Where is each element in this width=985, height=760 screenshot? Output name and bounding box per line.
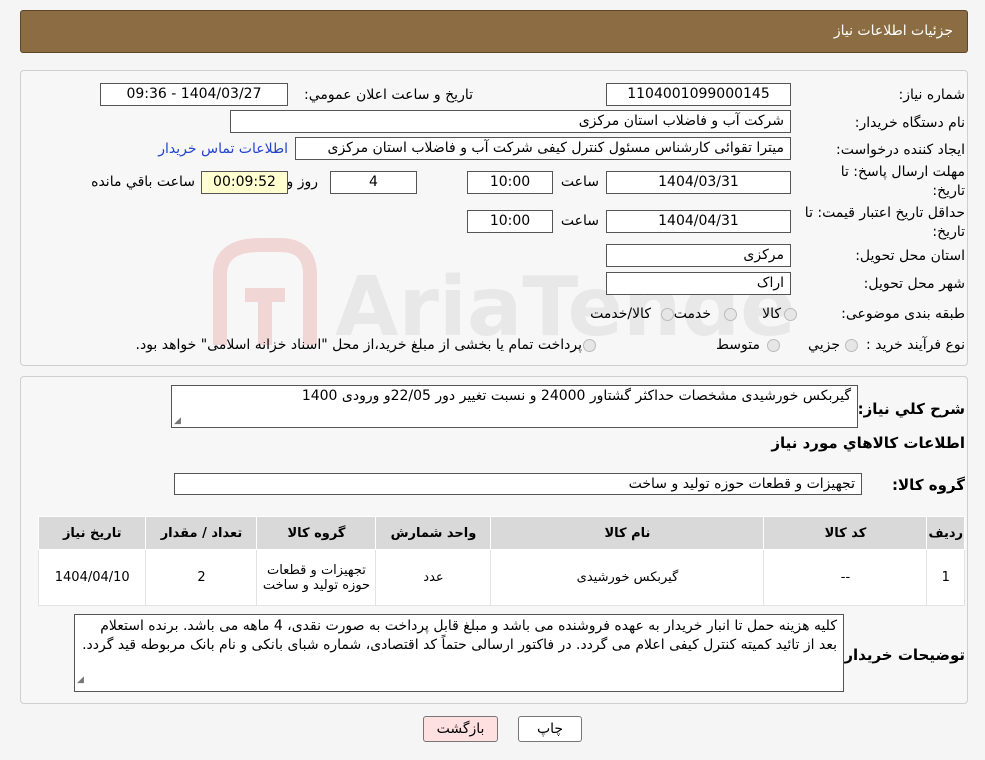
process-option-medium-radio[interactable]: [767, 339, 780, 352]
cell-row: 1: [926, 549, 965, 606]
category-label: طبقه بندی موضوعی:: [841, 306, 965, 322]
city-label: شهر محل تحویل:: [863, 276, 965, 292]
description-label: شرح کلي نیاز:: [857, 400, 965, 418]
deadline-label-1: مهلت ارسال پاسخ: تا: [840, 164, 965, 180]
category-option-service-radio[interactable]: [724, 308, 737, 321]
contact-buyer-link[interactable]: اطلاعات تماس خریدار: [158, 141, 288, 157]
validity-label-2: تاریخ:: [932, 224, 965, 240]
goods-table: ردیف کد کالا نام کالا واحد شمارش گروه کا…: [37, 516, 965, 606]
description-field: گیربکس خورشیدی مشخصات حداکثر گشتاور 2400…: [171, 385, 858, 428]
deadline-label-2: تاریخ:: [932, 183, 965, 199]
process-option-small-radio[interactable]: [845, 339, 858, 352]
deadline-time-field: 10:00: [467, 171, 553, 194]
deadline-date-field: 1404/03/31: [606, 171, 791, 194]
creator-field: میترا تقوائی کارشناس مسئول کنترل کیفی شر…: [295, 137, 791, 160]
category-option-both-label: کالا/خدمت: [590, 306, 651, 322]
cell-name: گیربکس خورشیدی: [490, 549, 765, 606]
need-number-label: شماره نیاز:: [898, 87, 966, 103]
process-option-treasury-radio[interactable]: [583, 339, 596, 352]
cell-date: 1404/04/10: [37, 549, 147, 606]
cell-group: تجهیزات و قطعات حوزه تولید و ساخت: [256, 549, 377, 606]
buyer-org-field: شرکت آب و فاضلاب استان مرکزی: [230, 110, 791, 133]
remaining-time-field: 00:09:52: [201, 171, 288, 194]
announce-field: 1404/03/27 - 09:36: [100, 83, 288, 106]
description-text: گیربکس خورشیدی مشخصات حداکثر گشتاور 2400…: [301, 388, 851, 404]
cell-qty: 2: [145, 549, 258, 606]
col-code: کد کالا: [763, 516, 928, 550]
col-row: ردیف: [926, 516, 965, 550]
validity-label-1: حداقل تاریخ اعتبار قیمت: تا: [804, 205, 965, 221]
category-option-service-label: خدمت: [673, 306, 711, 322]
process-option-medium-label: متوسط: [716, 337, 760, 353]
city-field: اراک: [606, 272, 791, 295]
creator-label: ایجاد کننده درخواست:: [836, 142, 965, 158]
days-field: 4: [330, 171, 417, 194]
days-label: روز و: [286, 174, 319, 190]
resize-grip-icon: ◢: [174, 416, 181, 426]
process-label: نوع فرآیند خرید :: [866, 337, 965, 353]
col-unit: واحد شمارش: [375, 516, 492, 550]
goods-group-label: گروه کالا:: [892, 476, 965, 494]
validity-time-label: ساعت: [560, 213, 599, 229]
cell-unit: عدد: [375, 549, 492, 606]
province-field: مرکزی: [606, 244, 791, 267]
buyer-org-label: نام دستگاه خریدار:: [854, 115, 965, 131]
deadline-time-label: ساعت: [560, 174, 599, 190]
page-title: جزئیات اطلاعات نیاز: [833, 23, 953, 39]
goods-group-field: تجهیزات و قطعات حوزه تولید و ساخت: [174, 473, 862, 495]
col-group: گروه کالا: [256, 516, 377, 550]
cell-code: --: [763, 549, 928, 606]
need-number-field: 1104001099000145: [606, 83, 791, 106]
category-option-goods-label: کالا: [762, 306, 781, 322]
category-option-goods-radio[interactable]: [784, 308, 797, 321]
buyer-notes-label: توضیحات خریدار:: [838, 646, 965, 664]
process-note: پرداخت تمام یا بخشی از مبلغ خرید،از محل …: [135, 337, 582, 353]
remaining-time-label: ساعت باقي مانده: [91, 174, 195, 190]
resize-grip-icon: ◢: [77, 675, 84, 685]
print-button[interactable]: چاپ: [518, 716, 582, 742]
col-date: تاریخ نیاز: [37, 516, 147, 550]
col-qty: تعداد / مقدار: [145, 516, 258, 550]
validity-date-field: 1404/04/31: [606, 210, 791, 233]
province-label: استان محل تحویل:: [855, 248, 965, 264]
category-option-both-radio[interactable]: [661, 308, 674, 321]
buyer-notes-text: کلیه هزینه حمل تا انبار خریدار به عهده ف…: [82, 618, 837, 653]
buyer-notes-field: کلیه هزینه حمل تا انبار خریدار به عهده ف…: [74, 614, 844, 692]
table-row: 1 -- گیربکس خورشیدی عدد تجهیزات و قطعات …: [37, 549, 965, 606]
process-option-small-label: جزیي: [808, 337, 840, 353]
col-name: نام کالا: [490, 516, 765, 550]
back-button[interactable]: بازگشت: [423, 716, 498, 742]
goods-table-header: ردیف کد کالا نام کالا واحد شمارش گروه کا…: [37, 516, 965, 550]
validity-time-field: 10:00: [467, 210, 553, 233]
page-header: جزئیات اطلاعات نیاز: [20, 10, 968, 53]
announce-label: تاریخ و ساعت اعلان عمومي:: [304, 87, 473, 103]
goods-section-title: اطلاعات کالاهاي مورد نیاز: [771, 434, 965, 452]
